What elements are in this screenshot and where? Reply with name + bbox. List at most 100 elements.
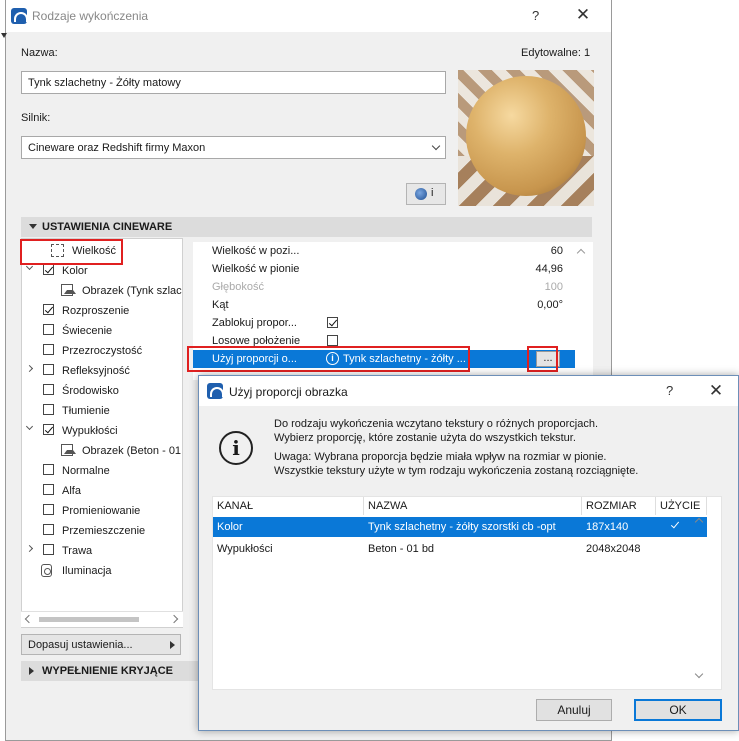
highlight-size-item — [20, 239, 123, 265]
tree-item-label: Iluminacja — [62, 565, 112, 577]
column-header-size[interactable]: ROZMIAR — [582, 497, 656, 515]
checkbox[interactable] — [43, 364, 54, 375]
tree-item[interactable]: Promieniowanie — [22, 501, 182, 521]
column-header-usage[interactable]: UŻYCIE — [656, 497, 707, 515]
tree-item[interactable]: Obrazek (Beton - 01 b — [22, 441, 182, 461]
tree-item[interactable]: Normalne — [22, 461, 182, 481]
ok-button[interactable]: OK — [634, 699, 722, 721]
help-button[interactable]: ? — [532, 8, 546, 23]
property-row[interactable]: Wielkość w pionie 44,96 — [193, 260, 575, 278]
checkbox[interactable] — [327, 335, 338, 346]
help-button[interactable]: ? — [666, 383, 680, 398]
tree-item-label: Obrazek (Tynk szlache — [82, 285, 183, 297]
engine-select-value: Cineware oraz Redshift firmy Maxon — [28, 142, 206, 154]
triangle-right-icon — [29, 667, 34, 675]
tree-item-label: Trawa — [62, 545, 93, 557]
engine-label: Silnik: — [21, 112, 51, 124]
checkbox[interactable] — [43, 524, 54, 535]
property-value[interactable]: 100 — [545, 281, 563, 293]
chevron-right-icon[interactable] — [25, 544, 34, 553]
engine-select[interactable]: Cineware oraz Redshift firmy Maxon — [21, 136, 446, 159]
cancel-button[interactable]: Anuluj — [536, 699, 612, 721]
tree-item[interactable]: Iluminacja — [22, 561, 182, 581]
checkbox[interactable] — [43, 504, 54, 515]
checkbox[interactable] — [43, 544, 54, 555]
chevron-right-icon[interactable] — [25, 364, 34, 373]
property-row[interactable]: Kąt 0,00° — [193, 296, 575, 314]
property-row[interactable]: Wielkość w pozi... 60 — [193, 242, 575, 260]
dialog-title: Rodzaje wykończenia — [32, 9, 149, 23]
tree-item[interactable]: Rozproszenie — [22, 301, 182, 321]
checkbox[interactable] — [43, 344, 54, 355]
close-button[interactable]: ✕ — [705, 380, 727, 402]
column-header-name[interactable]: NAZWA — [364, 497, 582, 515]
tree-item[interactable]: Refleksyjność — [22, 361, 182, 381]
cineware-icon — [415, 188, 427, 200]
message-line-4: Wszystkie tekstury użyte w tym rodzaju w… — [274, 465, 639, 477]
checkbox[interactable] — [43, 404, 54, 415]
checkbox[interactable] — [327, 317, 338, 328]
property-row[interactable]: Zablokuj propor... — [193, 314, 575, 332]
table-row[interactable]: Kolor Tynk szlachetny - żółty szorstki cb… — [213, 517, 707, 537]
checkbox[interactable] — [43, 484, 54, 495]
tree-item-label: Przezroczystość — [62, 345, 143, 357]
image-icon — [61, 444, 76, 456]
collapse-arrow-icon[interactable] — [1, 33, 7, 38]
title-bar: Użyj proporcji obrazka ? ✕ — [199, 376, 738, 406]
highlight-image-ratio-row — [187, 346, 470, 372]
property-value[interactable]: 60 — [551, 245, 563, 257]
preview-sphere — [466, 76, 586, 196]
chevron-down-icon[interactable] — [25, 422, 34, 431]
checkbox[interactable] — [43, 464, 54, 475]
section-title: USTAWIENIA CINEWARE — [42, 221, 173, 233]
tree-item[interactable]: Przezroczystość — [22, 341, 182, 361]
tree-item-label: Normalne — [62, 465, 110, 477]
checkbox[interactable] — [43, 424, 54, 435]
tree-item[interactable]: Obrazek (Tynk szlache — [22, 281, 182, 301]
property-value[interactable]: 0,00° — [537, 299, 563, 311]
app-logo-icon — [207, 383, 224, 399]
property-name: Głębokość — [212, 281, 264, 293]
scroll-thumb[interactable] — [39, 617, 139, 622]
tree-item-label: Refleksyjność — [62, 365, 130, 377]
tree-item-label: Świecenie — [62, 325, 113, 337]
title-bar: Rodzaje wykończenia ? ✕ — [6, 0, 611, 32]
scroll-right-icon[interactable] — [169, 614, 179, 624]
cell-channel: Wypukłości — [217, 543, 273, 555]
section-cineware-settings[interactable]: USTAWIENIA CINEWARE — [21, 217, 592, 237]
scroll-left-icon[interactable] — [24, 614, 34, 624]
tree-item-label: Tłumienie — [62, 405, 110, 417]
tree-item[interactable]: Wypukłości — [22, 421, 182, 441]
material-preview — [458, 70, 594, 206]
property-name: Wielkość w pozi... — [212, 245, 300, 257]
checkbox[interactable] — [43, 384, 54, 395]
close-button[interactable]: ✕ — [572, 4, 594, 26]
message-line-2: Wybierz proporcję, które zostanie użyta … — [274, 432, 576, 444]
property-row[interactable]: Głębokość 100 — [193, 278, 575, 296]
property-name: Zablokuj propor... — [212, 317, 297, 329]
adapt-settings-label: Dopasuj ustawienia... — [28, 639, 133, 651]
tree-item[interactable]: Świecenie — [22, 321, 182, 341]
checkmark-icon[interactable] — [670, 519, 680, 529]
cell-name: Tynk szlachetny - żółty szorstki cb -opt — [368, 521, 556, 533]
tree-horizontal-scrollbar[interactable] — [21, 611, 183, 627]
tree-item-label: Wypukłości — [62, 425, 118, 437]
tree-item[interactable]: Tłumienie — [22, 401, 182, 421]
column-header-channel[interactable]: KANAŁ — [213, 497, 364, 515]
name-field[interactable]: Tynk szlachetny - Żółty matowy — [21, 71, 446, 94]
tree-item[interactable]: Środowisko — [22, 381, 182, 401]
tree-item[interactable]: Trawa — [22, 541, 182, 561]
tree-item[interactable]: Przemieszczenie — [22, 521, 182, 541]
property-value[interactable]: 44,96 — [535, 263, 563, 275]
tree-item[interactable]: Alfa — [22, 481, 182, 501]
app-logo-icon — [11, 8, 28, 24]
table-row[interactable]: Wypukłości Beton - 01 bd 2048x2048 — [213, 539, 707, 559]
tree-item-label: Alfa — [62, 485, 81, 497]
adapt-settings-button[interactable]: Dopasuj ustawienia... — [21, 634, 181, 655]
checkbox[interactable] — [43, 324, 54, 335]
engine-info-button[interactable]: i — [406, 183, 446, 205]
checkbox[interactable] — [43, 264, 54, 275]
tree-item-label: Kolor — [62, 265, 88, 277]
checkbox[interactable] — [43, 304, 54, 315]
triangle-down-icon — [29, 224, 37, 229]
